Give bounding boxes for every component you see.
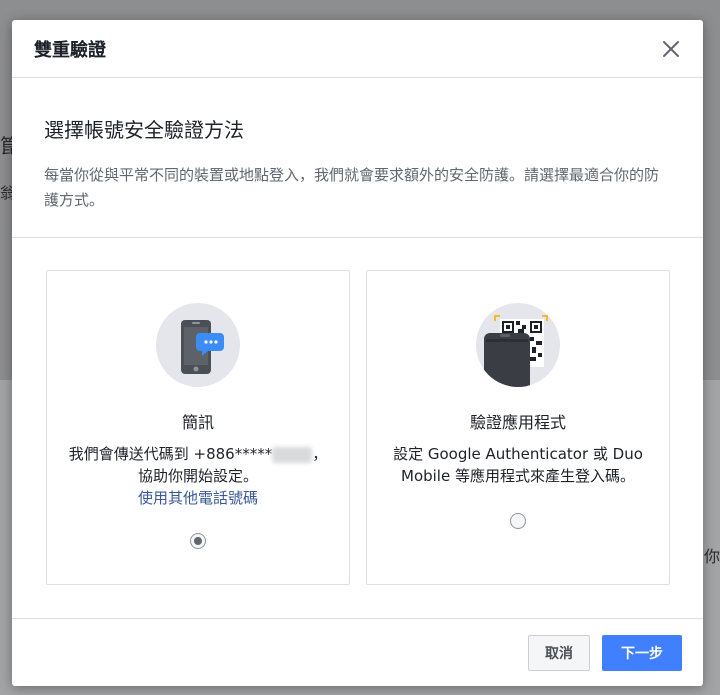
redacted-phone (272, 446, 313, 463)
dialog-header: 雙重驗證 (12, 20, 703, 78)
authenticator-option-title: 驗證應用程式 (469, 413, 566, 432)
authenticator-radio[interactable] (510, 513, 526, 529)
sms-option-description: 我們會傳送代碼到 +886***** ， 協助你開始設定。 (47, 443, 349, 487)
authenticator-option-card[interactable]: 驗證應用程式 設定 Google Authenticator 或 Duo Mob… (366, 270, 670, 585)
sms-desc-prefix: 我們會傳送代碼到 +886***** (68, 445, 273, 463)
next-button[interactable]: 下一步 (602, 634, 682, 671)
authenticator-option-description: 設定 Google Authenticator 或 Duo Mobile 等應用… (367, 443, 669, 487)
sms-option-card[interactable]: 簡訊 我們會傳送代碼到 +886***** ， 協助你開始設定。 使用其他電話號碼 (46, 270, 350, 585)
dialog-title: 雙重驗證 (34, 39, 106, 61)
intro-description: 每當你從與平常不同的裝置或地點登入，我們就會要求額外的安全防護。請選擇最適合你的… (44, 166, 660, 209)
app-desc-line2: Mobile 等應用程式來產生登入碼。 (401, 467, 635, 485)
authenticator-qr-icon (476, 303, 560, 387)
use-other-phone-link[interactable]: 使用其他電話號碼 (47, 487, 349, 509)
close-icon[interactable] (659, 37, 683, 61)
sms-option-title: 簡訊 (181, 413, 214, 432)
sms-desc-suffix: ， (312, 445, 328, 463)
app-desc-line1: 設定 Google Authenticator 或 Duo (393, 445, 643, 463)
method-options: 簡訊 我們會傳送代碼到 +886***** ， 協助你開始設定。 使用其他電話號碼 (12, 238, 703, 618)
sms-radio[interactable] (190, 533, 206, 549)
cancel-button[interactable]: 取消 (528, 634, 590, 671)
dialog-footer: 取消 下一步 (12, 618, 703, 686)
sms-desc-line2: 協助你開始設定。 (137, 467, 258, 485)
intro-section: 選擇帳號安全驗證方法 每當你從與平常不同的裝置或地點登入，我們就會要求額外的安全… (12, 78, 703, 238)
phone-message-icon (156, 303, 240, 387)
intro-heading: 選擇帳號安全驗證方法 (44, 118, 244, 142)
two-factor-dialog: 雙重驗證 選擇帳號安全驗證方法 每當你從與平常不同的裝置或地點登入，我們就會要求… (12, 20, 703, 686)
background-text: 你 (704, 547, 720, 566)
